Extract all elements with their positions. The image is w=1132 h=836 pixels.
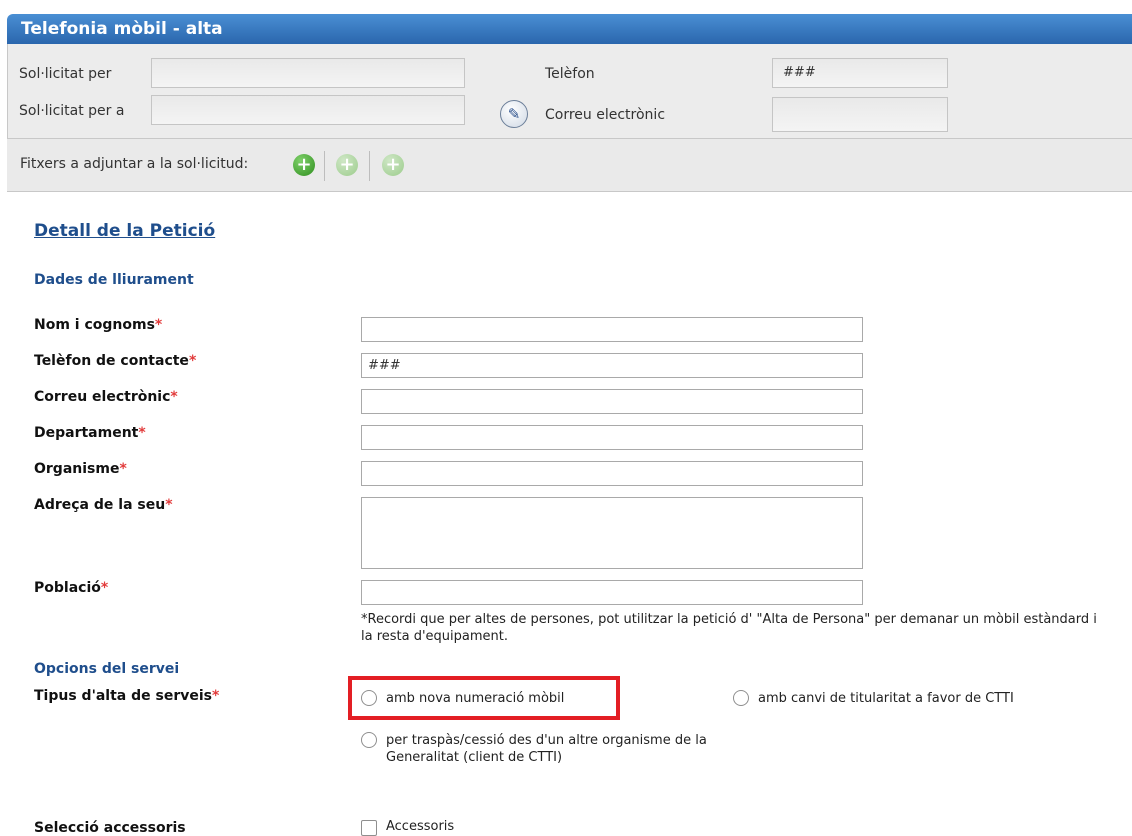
phone-label: Telèfon bbox=[545, 66, 595, 82]
name-label: Nom i cognoms* bbox=[34, 317, 163, 333]
request-detail-title: Detall de la Petició bbox=[34, 221, 216, 241]
department-label: Departament* bbox=[34, 425, 146, 441]
email-detail-label: Correu electrònic* bbox=[34, 389, 178, 405]
ownership-change-option[interactable]: amb canvi de titularitat a favor de CTTI bbox=[733, 690, 1014, 707]
required-mark: * bbox=[154, 317, 163, 333]
required-mark: * bbox=[212, 688, 220, 704]
email-label: Correu electrònic bbox=[545, 107, 666, 123]
window-title-bar: Telefonia mòbil - alta bbox=[7, 14, 1132, 44]
accessories-label: Selecció accessoris bbox=[34, 820, 186, 836]
email-field[interactable] bbox=[772, 97, 948, 132]
service-options-title: Opcions del servei bbox=[34, 661, 180, 677]
required-mark: * bbox=[119, 461, 127, 477]
phone-field[interactable]: ### bbox=[772, 58, 948, 88]
required-mark: * bbox=[138, 425, 146, 441]
add-file-icon[interactable]: + bbox=[293, 154, 315, 176]
edit-pencil-icon[interactable]: ✎ bbox=[500, 100, 528, 128]
radio-button[interactable] bbox=[733, 690, 749, 706]
attachments-bar: Fitxers a adjuntar a la sol·licitud: + +… bbox=[7, 138, 1132, 192]
accessories-checkbox-label: Accessoris bbox=[386, 819, 455, 834]
requested-for-label: Sol·licitat per a bbox=[19, 103, 125, 119]
required-mark: * bbox=[165, 497, 173, 513]
requested-for-field[interactable] bbox=[151, 95, 465, 125]
add-file-disabled-icon: + bbox=[336, 154, 358, 176]
address-textarea[interactable] bbox=[361, 497, 863, 569]
city-input[interactable] bbox=[361, 580, 863, 605]
requested-by-label: Sol·licitat per bbox=[19, 66, 112, 82]
required-mark: * bbox=[100, 580, 109, 596]
attachments-label: Fitxers a adjuntar a la sol·licitud: bbox=[20, 156, 249, 172]
contact-phone-label: Telèfon de contacte* bbox=[34, 353, 197, 369]
transfer-option[interactable]: per traspàs/cessió des d'un altre organi… bbox=[361, 732, 726, 766]
highlight-box bbox=[348, 676, 620, 720]
address-label: Adreça de la seu* bbox=[34, 497, 173, 513]
requested-by-field[interactable] bbox=[151, 58, 465, 88]
email-detail-input[interactable] bbox=[361, 389, 863, 414]
accessories-checkbox[interactable] bbox=[361, 820, 377, 836]
delivery-data-title: Dades de lliurament bbox=[34, 272, 194, 288]
department-input[interactable] bbox=[361, 425, 863, 450]
organism-input[interactable] bbox=[361, 461, 863, 486]
add-file-disabled-icon: + bbox=[382, 154, 404, 176]
service-type-label: Tipus d'alta de serveis* bbox=[34, 688, 220, 704]
required-mark: * bbox=[188, 353, 197, 369]
name-input[interactable] bbox=[361, 317, 863, 342]
city-label: Població* bbox=[34, 580, 109, 596]
person-request-note: *Recordi que per altes de persones, pot … bbox=[361, 612, 1097, 644]
window-title: Telefonia mòbil - alta bbox=[21, 19, 223, 39]
required-mark: * bbox=[170, 389, 178, 405]
radio-button[interactable] bbox=[361, 732, 377, 748]
toolbar-divider bbox=[324, 151, 325, 181]
contact-phone-input[interactable]: ### bbox=[361, 353, 863, 378]
organism-label: Organisme* bbox=[34, 461, 127, 477]
toolbar-divider bbox=[369, 151, 370, 181]
